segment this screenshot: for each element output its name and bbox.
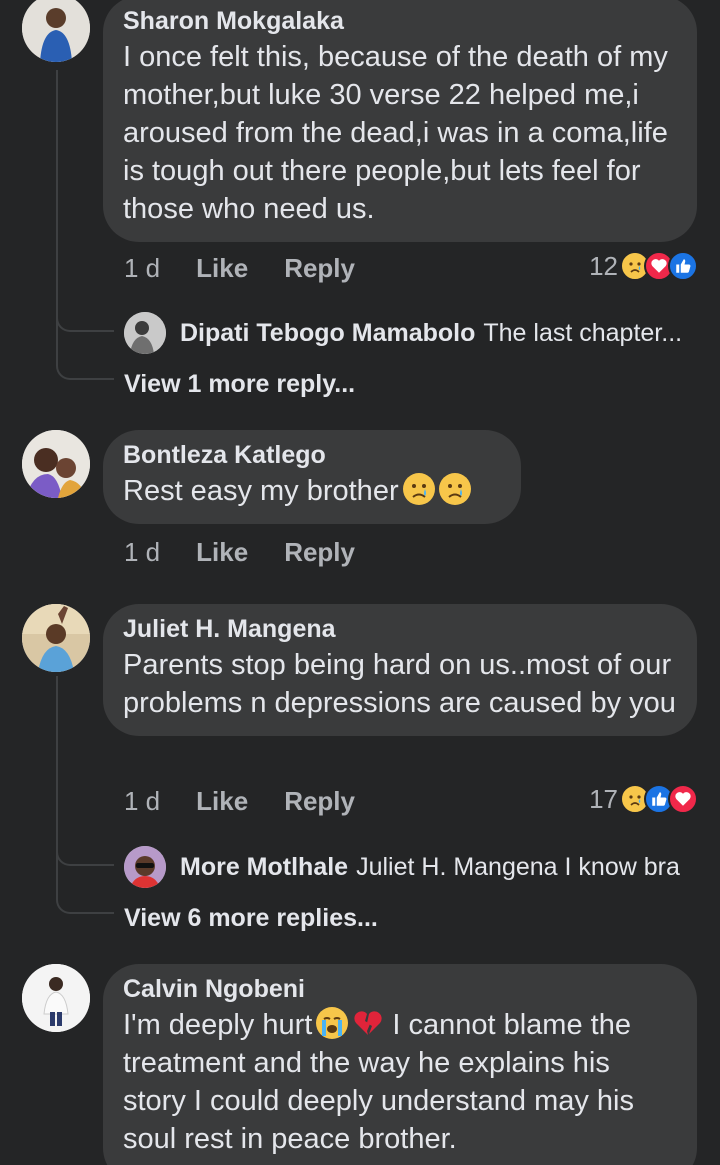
like-button[interactable]: Like <box>196 537 248 568</box>
reaction-summary[interactable]: 12 <box>589 246 698 286</box>
comment-actions: 1 d Like Reply <box>124 248 355 288</box>
avatar[interactable] <box>22 430 90 498</box>
comment-time[interactable]: 1 d <box>124 537 160 568</box>
reply-preview[interactable]: Dipati Tebogo Mamabolo The last chapter.… <box>124 311 682 355</box>
crying-face-icon <box>402 473 435 505</box>
reply-button[interactable]: Reply <box>284 786 355 817</box>
comment-actions: 1 d Like Reply <box>124 532 355 572</box>
comment-text-body: Rest easy my brother <box>123 475 399 507</box>
crying-face-icon <box>438 473 471 505</box>
comment-text: I'm deeply hurt I cannot blame the treat… <box>123 1006 677 1158</box>
like-button[interactable]: Like <box>196 253 248 284</box>
reply-text: The last chapter... <box>483 318 683 347</box>
comment-bubble: Sharon Mokgalaka I once felt this, becau… <box>103 0 697 242</box>
reply-preview[interactable]: More Motlhale Juliet H. Mangena I know b… <box>124 845 680 889</box>
broken-heart-icon <box>352 1007 384 1039</box>
like-reaction-icon <box>668 251 698 281</box>
loudly-crying-face-icon <box>316 1007 349 1039</box>
comment-text: Parents stop being hard on us..most of o… <box>123 649 676 719</box>
comment-author[interactable]: Bontleza Katlego <box>123 440 501 470</box>
avatar[interactable] <box>124 312 166 354</box>
thread-connector <box>56 300 114 380</box>
reply-text: Juliet H. Mangena I know bra <box>356 852 680 881</box>
view-more-replies[interactable]: View 1 more reply... <box>124 370 355 399</box>
comment-bubble: Calvin Ngobeni I'm deeply hurt I cannot … <box>103 964 697 1165</box>
avatar[interactable] <box>22 0 90 62</box>
reply-button[interactable]: Reply <box>284 253 355 284</box>
love-reaction-icon <box>668 784 698 814</box>
comment-author[interactable]: Calvin Ngobeni <box>123 974 677 1004</box>
reaction-count: 12 <box>589 250 618 281</box>
comment-time[interactable]: 1 d <box>124 253 160 284</box>
comment-actions: 1 d Like Reply <box>124 781 355 821</box>
comment-author[interactable]: Sharon Mokgalaka <box>123 6 677 36</box>
comment-author[interactable]: Juliet H. Mangena <box>123 614 677 644</box>
reply-author[interactable]: Dipati Tebogo Mamabolo <box>180 319 475 348</box>
comment-bubble: Juliet H. Mangena Parents stop being har… <box>103 604 697 736</box>
thread-connector <box>56 834 114 914</box>
comment-text: Rest easy my brother <box>123 472 501 510</box>
reply-button[interactable]: Reply <box>284 537 355 568</box>
avatar[interactable] <box>22 604 90 672</box>
view-more-replies[interactable]: View 6 more replies... <box>124 904 378 933</box>
reply-author[interactable]: More Motlhale <box>180 853 348 882</box>
comment-text: I once felt this, because of the death o… <box>123 41 668 225</box>
comment-text-part: I'm deeply hurt <box>123 1009 313 1041</box>
comment-time[interactable]: 1 d <box>124 786 160 817</box>
reaction-summary[interactable]: 17 <box>589 779 698 819</box>
like-button[interactable]: Like <box>196 786 248 817</box>
avatar[interactable] <box>124 846 166 888</box>
comment-bubble: Bontleza Katlego Rest easy my brother <box>103 430 521 524</box>
avatar[interactable] <box>22 964 90 1032</box>
reaction-count: 17 <box>589 783 618 814</box>
